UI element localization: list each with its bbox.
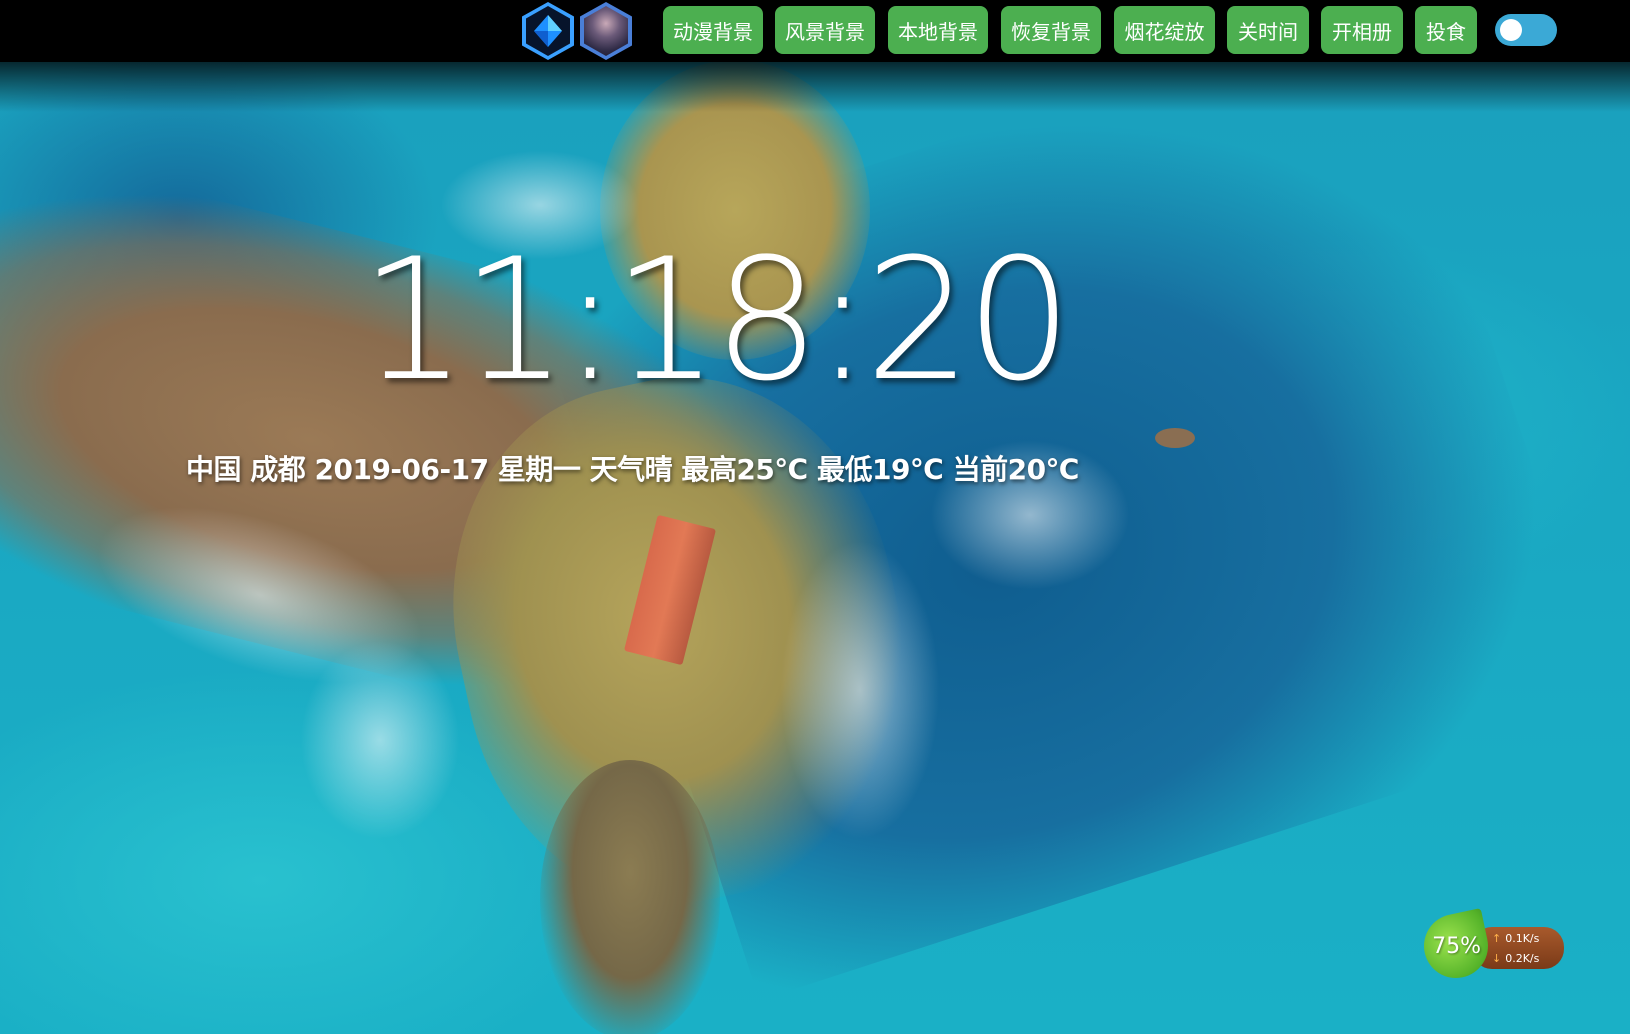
- download-speed: ↓ 0.2K/s: [1492, 952, 1539, 965]
- toggle-knob: [1500, 19, 1522, 41]
- feed-button[interactable]: 投食: [1415, 6, 1477, 54]
- local-background-button[interactable]: 本地背景: [888, 6, 988, 54]
- download-speed-value: 0.2K/s: [1505, 952, 1540, 965]
- hide-time-button[interactable]: 关时间: [1227, 6, 1309, 54]
- user-avatar: [584, 6, 628, 56]
- island-tail-area: [540, 760, 720, 1034]
- memory-percent: 75%: [1431, 933, 1481, 959]
- rock-islet: [1155, 428, 1195, 448]
- leaf-icon: 75%: [1418, 908, 1494, 984]
- avatar[interactable]: [580, 2, 632, 60]
- upload-arrow-icon: ↑: [1492, 932, 1502, 945]
- diamond-logo-icon: [526, 6, 570, 56]
- clock-time: 11:18:20: [360, 222, 1073, 418]
- scenery-background-button[interactable]: 风景背景: [775, 6, 875, 54]
- upload-speed-value: 0.1K/s: [1505, 932, 1540, 945]
- network-speed-widget[interactable]: ↑ 0.1K/s ↓ 0.2K/s 75%: [1418, 908, 1565, 984]
- anime-background-button[interactable]: 动漫背景: [663, 6, 763, 54]
- surf-foam: [300, 640, 460, 840]
- open-album-button[interactable]: 开相册: [1321, 6, 1403, 54]
- toggle-switch[interactable]: [1495, 14, 1557, 46]
- surf-foam: [780, 540, 940, 840]
- upload-speed: ↑ 0.1K/s: [1492, 932, 1539, 945]
- top-bar-shadow: [0, 62, 1630, 112]
- background-wallpaper: [0, 0, 1630, 1034]
- weather-info: 中国 成都 2019-06-17 星期一 天气晴 最高25℃ 最低19℃ 当前2…: [186, 453, 1079, 486]
- logo[interactable]: [522, 2, 574, 60]
- fireworks-button[interactable]: 烟花绽放: [1114, 6, 1215, 54]
- download-arrow-icon: ↓: [1492, 952, 1502, 965]
- top-bar: 动漫背景 风景背景 本地背景 恢复背景 烟花绽放 关时间 开相册 投食: [0, 0, 1630, 62]
- restore-background-button[interactable]: 恢复背景: [1001, 6, 1101, 54]
